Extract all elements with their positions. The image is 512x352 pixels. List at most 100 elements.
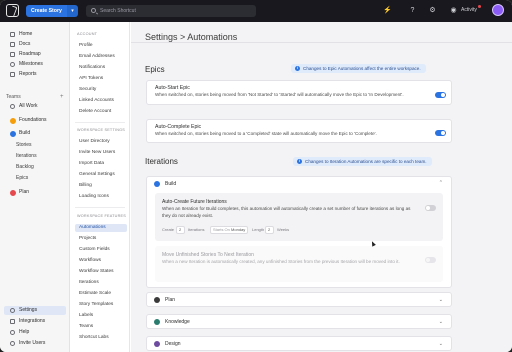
subnav-item-delete-account[interactable]: Delete Account	[75, 108, 127, 116]
team-row-knowledge[interactable]: Knowledge ⌄	[146, 314, 452, 329]
shortcut-logo-icon[interactable]	[6, 4, 19, 17]
subnav-item-api-tokens[interactable]: API Tokens	[75, 75, 127, 83]
sidebar-item-settings[interactable]: Settings	[4, 306, 66, 315]
subnav-item-email-addresses[interactable]: Email Addresses	[75, 53, 127, 61]
subnav-item-linked-accounts[interactable]: Linked Accounts	[75, 97, 127, 105]
subnav-item-shortcut-labs[interactable]: Shortcut Labs	[75, 334, 127, 342]
activity-icon[interactable]: ◉	[449, 6, 458, 15]
subnav-item-billing[interactable]: Billing	[75, 182, 127, 190]
add-team-icon[interactable]: +	[60, 94, 64, 100]
sidebar-item-label: Foundations	[19, 117, 47, 123]
subnav-item-invite-new-users[interactable]: Invite New Users	[75, 149, 127, 157]
subnav-item-custom-fields[interactable]: Custom Fields	[75, 246, 127, 254]
build-team-name: Build	[165, 181, 177, 187]
subnav-item-import-data[interactable]: Import Data	[75, 160, 127, 168]
iterations-info-banner: i Changes to Iteration Automations are s…	[293, 157, 432, 166]
sidebar-subitem-backlog[interactable]: Backlog	[16, 163, 34, 172]
search-input[interactable]: Search Shortcut	[86, 5, 256, 17]
search-placeholder: Search Shortcut	[100, 8, 136, 14]
lightning-icon[interactable]: ⚡	[383, 6, 392, 15]
subnav-item-labels[interactable]: Labels	[75, 312, 127, 320]
team-row-name: Knowledge	[165, 319, 190, 325]
sidebar-subitem-epics[interactable]: Epics	[16, 174, 28, 183]
all-work-icon	[10, 104, 15, 109]
sidebar-item-roadmap[interactable]: Roadmap	[4, 50, 66, 59]
question-icon[interactable]: ?	[408, 6, 417, 15]
workspace-settings-heading: WORKSPACE SETTINGS	[77, 128, 126, 132]
auto-complete-epic-desc: When switched on, stories being moved to…	[155, 131, 377, 136]
knowledge-team-icon	[154, 319, 160, 325]
title-divider	[131, 42, 512, 43]
auto-complete-epic-title: Auto-Complete Epic	[155, 124, 202, 130]
auto-create-iterations-panel: Auto-Create Future Iterations When an It…	[155, 193, 443, 241]
auto-start-epic-toggle[interactable]	[435, 92, 446, 98]
main-content: Settings > Automations Epics i Changes t…	[131, 22, 512, 352]
subnav-item-profile[interactable]: Profile	[75, 42, 127, 50]
subnav-item-notifications[interactable]: Notifications	[75, 64, 127, 72]
auto-create-toggle[interactable]	[425, 205, 436, 211]
sidebar-item-reports[interactable]: Reports	[4, 70, 66, 79]
sidebar-item-milestones[interactable]: Milestones	[4, 60, 66, 69]
roadmap-icon	[10, 52, 15, 57]
subnav-item-story-templates[interactable]: Story Templates	[75, 301, 127, 309]
subnav-item-estimate-scale[interactable]: Estimate Scale	[75, 290, 127, 298]
subnav-item-security[interactable]: Security	[75, 86, 127, 94]
subnav-item-user-directory[interactable]: User Directory	[75, 138, 127, 146]
milestones-icon	[10, 62, 15, 67]
sidebar-item-label: All Work	[19, 103, 38, 109]
move-unfinished-toggle[interactable]	[425, 257, 436, 263]
starts-on-label: Starts On	[213, 227, 230, 232]
create-label: Create	[162, 227, 175, 232]
sidebar-item-plan[interactable]: Plan	[4, 188, 66, 197]
sidebar-item-help[interactable]: Help	[4, 328, 66, 337]
length-label: Length	[252, 227, 265, 232]
sidebar-subitem-iterations[interactable]: Iterations	[16, 152, 37, 161]
build-team-automations: Build ⌃ Auto-Create Future Iterations Wh…	[146, 176, 452, 288]
collapse-chevron-icon[interactable]: ⌃	[439, 180, 443, 186]
subnav-item-iterations[interactable]: Iterations	[75, 279, 127, 287]
activity-label[interactable]: Activity	[461, 6, 477, 15]
subnav-item-loading-icons[interactable]: Loading Icons	[75, 193, 127, 201]
sidebar-item-integrations[interactable]: Integrations	[4, 317, 66, 326]
subnav-item-general-settings[interactable]: General Settings	[75, 171, 127, 179]
account-heading: ACCOUNT	[77, 32, 98, 36]
build-team-icon	[154, 181, 160, 187]
sidebar-item-invite-users[interactable]: Invite Users	[4, 339, 66, 348]
plan-team-icon	[10, 189, 16, 196]
user-avatar[interactable]	[492, 4, 504, 16]
info-icon: i	[295, 66, 300, 71]
auto-start-epic-desc: When switched on, stories being moved fr…	[155, 92, 404, 97]
sidebar-subitem-stories[interactable]: Stories	[16, 141, 32, 150]
team-row-design[interactable]: Design ⌄	[146, 336, 452, 351]
auto-complete-epic-toggle[interactable]	[435, 130, 446, 136]
sidebar-item-label: Settings	[19, 307, 38, 313]
length-input[interactable]: 2	[265, 226, 274, 234]
subnav-item-workflow-states[interactable]: Workflow States	[75, 268, 127, 276]
foundations-team-icon	[10, 117, 16, 124]
create-count-input[interactable]: 2	[176, 226, 185, 234]
iterations-info-text: Changes to Iteration Automations are spe…	[305, 159, 427, 164]
sidebar-item-all-work[interactable]: All Work	[4, 102, 66, 111]
move-unfinished-stories-panel: Move Unfinished Stories To Next Iteratio…	[155, 246, 443, 282]
subnav-item-teams[interactable]: Teams	[75, 323, 127, 331]
subnav-item-workflows[interactable]: Workflows	[75, 257, 127, 265]
auto-create-desc: When an Iteration for Build completes, t…	[162, 206, 411, 218]
sidebar-item-build[interactable]: Build	[4, 129, 66, 138]
create-story-dropdown-button[interactable]: ▾	[67, 5, 78, 17]
sidebar-item-docs[interactable]: Docs	[4, 40, 66, 49]
starts-on-select[interactable]: Starts On Monday	[210, 226, 248, 234]
subnav-item-projects[interactable]: Projects	[75, 235, 127, 243]
plan-team-icon	[154, 297, 160, 303]
auto-start-epic-title: Auto-Start Epic	[155, 85, 190, 91]
sidebar-item-foundations[interactable]: Foundations	[4, 116, 66, 125]
integrations-icon	[10, 319, 15, 324]
sidebar-item-home[interactable]: Home	[4, 30, 66, 39]
gear-icon[interactable]: ⚙	[428, 6, 437, 15]
team-row-plan[interactable]: Plan ⌄	[146, 292, 452, 307]
subnav-item-automations[interactable]: Automations	[75, 224, 127, 232]
move-unfinished-desc: When a new Iteration is automatically cr…	[162, 259, 400, 264]
sidebar-item-label: Docs	[19, 41, 31, 47]
home-icon	[10, 32, 15, 37]
epics-section-title: Epics	[145, 65, 165, 74]
workspace-features-heading: WORKSPACE FEATURES	[77, 214, 127, 218]
